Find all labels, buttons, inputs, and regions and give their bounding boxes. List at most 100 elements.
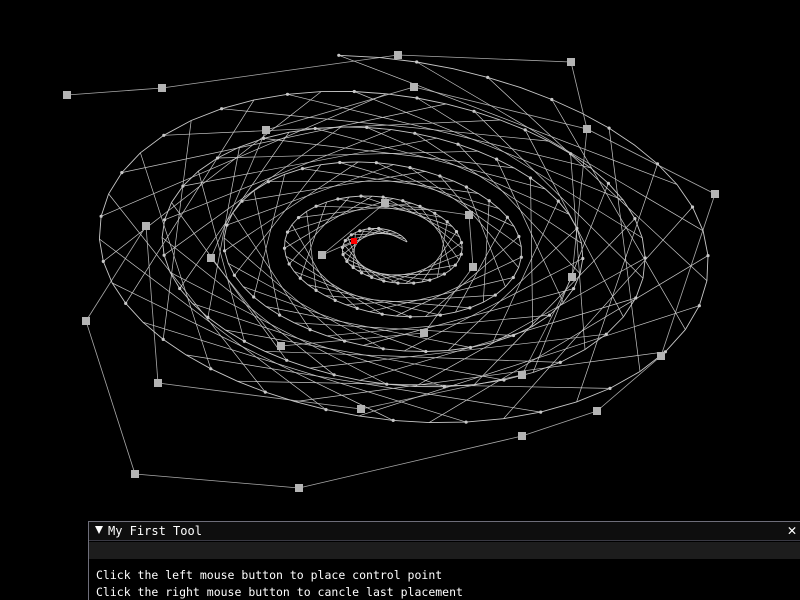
construction-line bbox=[162, 120, 192, 340]
curve-sample-dot bbox=[337, 53, 341, 57]
construction-line bbox=[342, 250, 385, 282]
control-polygon-edge bbox=[321, 240, 355, 256]
curve-sample-dot bbox=[266, 180, 270, 184]
curve-sample-dot bbox=[468, 306, 472, 310]
curve-sample-dot bbox=[438, 313, 442, 317]
curve-sample-dot bbox=[285, 92, 290, 96]
curve-sample-dot bbox=[278, 313, 282, 317]
tool-input-field[interactable] bbox=[89, 542, 800, 559]
curve-sample-dot bbox=[607, 126, 611, 130]
control-polygon-edge bbox=[397, 54, 572, 63]
construction-line bbox=[377, 264, 456, 280]
construction-line bbox=[402, 200, 463, 249]
curve-sample-dot bbox=[332, 373, 336, 377]
construction-line bbox=[390, 253, 462, 283]
spline-canvas[interactable] bbox=[0, 0, 800, 600]
construction-line bbox=[466, 186, 506, 287]
curve-sample-dot bbox=[433, 211, 437, 215]
close-icon[interactable]: ✕ bbox=[784, 522, 800, 540]
curve-sample-dot bbox=[162, 133, 166, 137]
curve-sample-dot bbox=[511, 275, 515, 280]
curve-sample-dot bbox=[345, 259, 349, 263]
control-point bbox=[711, 190, 719, 198]
curve-sample-dot bbox=[377, 226, 381, 231]
curve-sample-dot bbox=[424, 349, 428, 354]
curve-sample-dot bbox=[240, 199, 244, 203]
construction-line bbox=[253, 174, 286, 298]
curve-sample-dot bbox=[282, 246, 287, 250]
curve-sample-dot bbox=[464, 185, 468, 189]
curve-sample-dot bbox=[161, 337, 165, 341]
curve-sample-dot bbox=[365, 125, 369, 129]
curve-sample-dot bbox=[517, 234, 521, 239]
curve-sample-dot bbox=[556, 199, 560, 203]
curve-sample-dot bbox=[697, 304, 701, 308]
curve-sample-dot bbox=[608, 386, 612, 390]
control-polygon-edge bbox=[157, 382, 362, 410]
help-text-left-click: Click the left mouse button to place con… bbox=[96, 568, 443, 582]
construction-line bbox=[207, 146, 240, 318]
control-point bbox=[154, 379, 162, 387]
construction-line bbox=[169, 271, 387, 385]
curve-sample-dot bbox=[445, 220, 449, 224]
curve-sample-dot bbox=[223, 249, 227, 253]
construction-line bbox=[284, 239, 358, 309]
collapse-arrow-icon[interactable] bbox=[95, 526, 103, 534]
curve-sample-dot bbox=[209, 367, 213, 371]
tool-body: Click the left mouse button to place con… bbox=[89, 541, 800, 600]
curve-sample-dot bbox=[606, 181, 611, 185]
construction-line bbox=[294, 322, 514, 336]
curve-sample-dot bbox=[380, 312, 384, 316]
construction-line bbox=[112, 282, 394, 421]
control-point bbox=[657, 352, 665, 360]
curve-sample-dot bbox=[456, 142, 460, 146]
curve-sample-dot bbox=[382, 279, 386, 283]
active-control-point bbox=[351, 238, 357, 244]
construction-line bbox=[232, 212, 311, 330]
curve-sample-dot bbox=[349, 233, 353, 237]
construction-line bbox=[416, 97, 643, 239]
curve-sample-dot bbox=[486, 75, 490, 79]
curve-sample-dot bbox=[232, 273, 236, 277]
curve-sample-dot bbox=[313, 126, 317, 131]
construction-line bbox=[268, 180, 454, 183]
tool-titlebar[interactable]: My First Tool ✕ bbox=[89, 522, 800, 541]
curve-sample-dot bbox=[408, 315, 412, 319]
curve-sample-dot bbox=[242, 339, 246, 343]
control-point bbox=[131, 470, 139, 478]
construction-line bbox=[103, 91, 322, 262]
curve-sample-dot bbox=[99, 214, 103, 218]
curve-sample-dot bbox=[333, 298, 337, 302]
curve-sample-dot bbox=[511, 333, 516, 338]
curve-sample-dot bbox=[495, 157, 499, 161]
curve-sample-dot bbox=[438, 174, 442, 178]
construction-line bbox=[264, 350, 561, 363]
construction-line bbox=[344, 257, 399, 284]
drawing-canvas[interactable] bbox=[0, 0, 800, 600]
curve-sample-dot bbox=[215, 156, 220, 160]
curve-sample-dot bbox=[181, 184, 185, 188]
control-point bbox=[277, 342, 285, 350]
construction-line bbox=[293, 271, 411, 318]
curve-sample-dot bbox=[296, 216, 301, 220]
control-point bbox=[394, 51, 402, 59]
control-polygon-edge bbox=[85, 320, 136, 475]
curve-sample-dot bbox=[415, 60, 419, 64]
control-point bbox=[158, 84, 166, 92]
construction-line bbox=[409, 167, 522, 247]
construction-line bbox=[179, 131, 290, 289]
curve-sample-dot bbox=[415, 96, 419, 100]
construction-line bbox=[224, 161, 359, 252]
curve-sample-dot bbox=[101, 259, 105, 263]
curve-sample-dot bbox=[468, 345, 473, 350]
curve-sample-dot bbox=[572, 287, 576, 291]
curve-sample-dot bbox=[459, 241, 464, 245]
control-polygon-edge bbox=[468, 214, 474, 268]
curve-sample-dot bbox=[385, 382, 389, 386]
curve-sample-dot bbox=[523, 128, 527, 132]
construction-line bbox=[265, 306, 471, 348]
curve-sample-dot bbox=[519, 255, 523, 259]
curve-sample-dot bbox=[505, 215, 509, 219]
curve-sample-dot bbox=[428, 278, 432, 282]
construction-line bbox=[192, 303, 445, 388]
